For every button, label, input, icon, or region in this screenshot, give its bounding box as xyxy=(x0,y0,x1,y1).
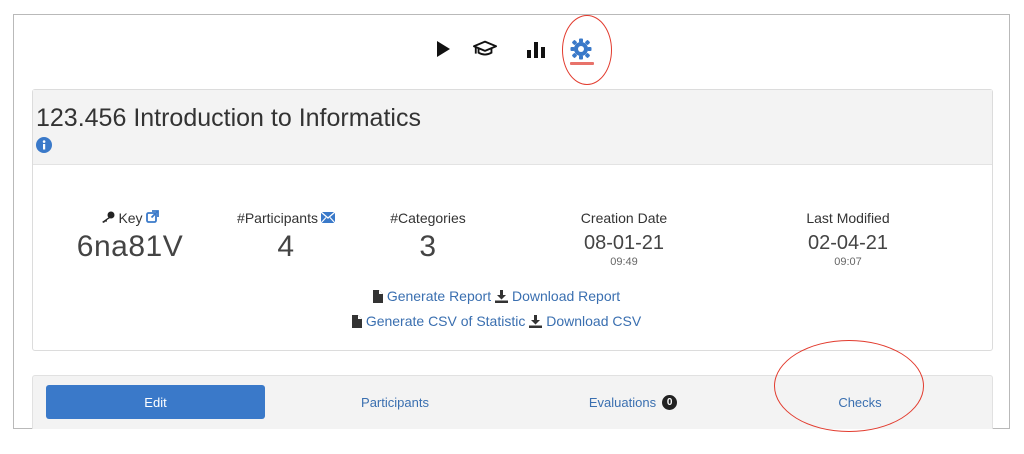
course-title: 123.456 Introduction to Informatics xyxy=(36,104,421,132)
top-nav xyxy=(14,15,1009,85)
download-report-link[interactable]: Download Report xyxy=(495,288,620,304)
stat-participants: #Participants 4 xyxy=(231,210,341,264)
categories-label: #Categories xyxy=(390,210,466,226)
stat-key: Key 6na81V xyxy=(75,210,185,264)
tab-participants[interactable]: Participants xyxy=(315,385,475,419)
participants-label: #Participants xyxy=(237,210,318,226)
annotation-circle-checks xyxy=(774,340,924,432)
tab-evaluations-label: Evaluations xyxy=(588,394,657,410)
tab-edit[interactable]: Edit xyxy=(46,385,265,419)
evaluations-count-badge: 0 xyxy=(662,394,678,410)
info-icon[interactable] xyxy=(36,137,52,153)
modified-label: Last Modified xyxy=(806,210,890,226)
external-link-icon[interactable] xyxy=(145,210,159,226)
generate-report-link[interactable]: Generate Report xyxy=(372,288,491,304)
modified-time: 09:07 xyxy=(834,256,862,268)
categories-value: 3 xyxy=(419,230,437,263)
graduation-cap-icon[interactable] xyxy=(473,37,497,61)
modified-date: 02-04-21 xyxy=(807,232,889,254)
creation-date: 08-01-21 xyxy=(583,232,665,254)
annotation-circle-gear xyxy=(562,15,612,85)
bar-chart-icon[interactable] xyxy=(524,37,548,61)
download-icon xyxy=(495,289,508,303)
generate-csv-link[interactable]: Generate CSV of Statistic xyxy=(351,313,525,329)
participants-value: 4 xyxy=(277,230,295,263)
course-card-header: 123.456 Introduction to Informatics xyxy=(33,90,992,165)
key-value: 6na81V xyxy=(76,230,184,263)
key-label: Key xyxy=(118,210,143,226)
csv-actions: Generate CSV of Statistic Download CSV xyxy=(17,313,976,331)
download-csv-link[interactable]: Download CSV xyxy=(529,313,641,329)
file-icon xyxy=(351,314,362,328)
file-icon xyxy=(372,289,383,303)
course-card: 123.456 Introduction to Informatics Key … xyxy=(32,89,993,351)
tab-evaluations[interactable]: Evaluations 0 xyxy=(553,385,713,419)
key-icon xyxy=(101,210,115,226)
envelope-icon[interactable] xyxy=(320,210,336,226)
download-icon xyxy=(529,314,543,328)
stat-last-modified: Last Modified 02-04-21 09:07 xyxy=(793,210,903,268)
creation-time: 09:49 xyxy=(610,256,638,268)
stat-creation-date: Creation Date 08-01-21 09:49 xyxy=(569,210,679,268)
report-actions: Generate Report Download Report xyxy=(17,288,976,306)
play-icon[interactable] xyxy=(431,37,455,61)
stat-categories: #Categories 3 xyxy=(373,210,483,264)
creation-label: Creation Date xyxy=(580,210,668,226)
